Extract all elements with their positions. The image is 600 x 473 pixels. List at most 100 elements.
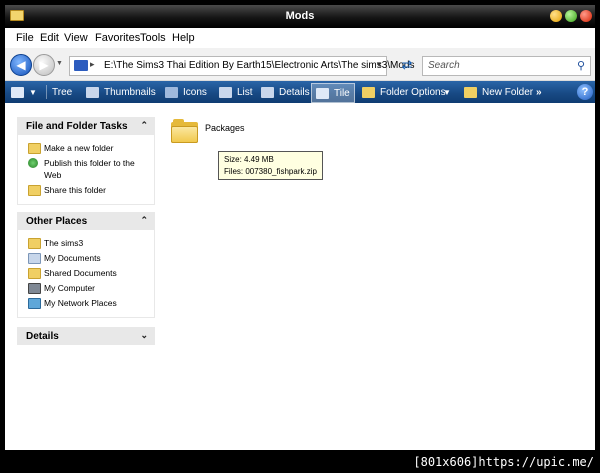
thumbnails-label: Thumbnails (104, 86, 156, 98)
place-label[interactable]: My Network Places (44, 298, 117, 308)
task-label[interactable]: Make a new folder (44, 143, 113, 153)
view-tree-button[interactable]: Tree (52, 81, 72, 103)
other-places-panel: Other Places ⌃ The sims3 My Documents Sh… (17, 212, 155, 318)
details-panel: Details ⌄ (17, 327, 155, 345)
new-folder-icon (28, 143, 41, 154)
folder-options-dropdown[interactable]: ▼ (443, 81, 451, 103)
refresh-button[interactable]: ⇄ (398, 57, 416, 73)
place-the-sims3[interactable]: The sims3 (18, 237, 154, 249)
file-folder-tasks-panel: File and Folder Tasks ⌃ Make a new folde… (17, 117, 155, 205)
view-thumbnails-button[interactable]: Thumbnails (86, 81, 156, 103)
tile-label: Tile (334, 87, 350, 99)
explorer-window: Mods File Edit View Favorites Tools Help… (5, 5, 595, 450)
address-bar: ◀ ▶ ▼ ▸ E:\The Sims3 Thai Edition By Ear… (5, 48, 595, 81)
details-icon (261, 86, 274, 98)
menu-help[interactable]: Help (172, 32, 195, 44)
folder-item[interactable]: Packages (171, 116, 251, 146)
tree-label: Tree (52, 86, 73, 98)
search-input[interactable]: Search ⚲ (422, 56, 591, 76)
window-title: Mods (285, 10, 315, 22)
panel-header[interactable]: Other Places ⌃ (17, 212, 155, 230)
help-icon[interactable]: ? (577, 84, 593, 100)
place-my-computer[interactable]: My Computer (18, 282, 154, 294)
breadcrumb-arrow-icon[interactable]: ▸ (90, 59, 95, 70)
organize-button[interactable]: ▼ (11, 81, 37, 103)
place-label[interactable]: Shared Documents (44, 268, 117, 278)
panel-header[interactable]: File and Folder Tasks ⌃ (17, 117, 155, 135)
details-label: Details (279, 86, 310, 98)
toolbar-overflow-button[interactable]: » (536, 81, 542, 103)
title-bar[interactable]: Mods (5, 5, 595, 28)
place-label[interactable]: My Documents (44, 253, 101, 263)
address-path[interactable]: E:\The Sims3 Thai Edition By Earth15\Ele… (104, 60, 415, 71)
search-placeholder[interactable]: Search (428, 60, 460, 71)
place-my-documents[interactable]: My Documents (18, 252, 154, 264)
task-make-new-folder[interactable]: Make a new folder (18, 142, 154, 154)
folder-tooltip: Size: 4.49 MB Files: 007380_fishpark.zip (218, 151, 323, 180)
panel-title: Details (26, 331, 59, 342)
tile-icon (316, 87, 329, 99)
view-details-button[interactable]: Details (261, 81, 310, 103)
view-tile-button[interactable]: Tile (311, 83, 355, 103)
place-label[interactable]: The sims3 (44, 238, 83, 248)
icons-icon (165, 86, 178, 98)
folder-options-button[interactable]: Folder Options (362, 81, 446, 103)
task-label[interactable]: Share this folder (44, 185, 106, 195)
place-label[interactable]: My Computer (44, 283, 95, 293)
list-label: List (237, 86, 253, 98)
place-my-network[interactable]: My Network Places (18, 297, 154, 309)
folder-options-icon (362, 86, 375, 98)
back-button[interactable]: ◀ (10, 54, 32, 76)
address-field[interactable]: ▸ E:\The Sims3 Thai Edition By Earth15\E… (69, 56, 415, 76)
panel-body: The sims3 My Documents Shared Documents … (17, 230, 155, 318)
close-button[interactable] (580, 10, 592, 22)
forward-button[interactable]: ▶ (33, 54, 55, 76)
folder-icon (28, 238, 41, 249)
menu-edit[interactable]: Edit (40, 32, 59, 44)
list-icon (219, 86, 232, 98)
place-shared-documents[interactable]: Shared Documents (18, 267, 154, 279)
new-folder-button[interactable]: New Folder (464, 81, 533, 103)
menu-file[interactable]: File (16, 32, 34, 44)
collapse-icon[interactable]: ⌃ (140, 120, 148, 131)
panel-header[interactable]: Details ⌄ (17, 327, 155, 345)
documents-icon (28, 253, 41, 264)
toolbar-separator (46, 85, 47, 99)
folder-name[interactable]: Packages (205, 123, 245, 133)
expand-icon[interactable]: ⌄ (140, 330, 148, 341)
tooltip-size: Size: 4.49 MB (224, 155, 274, 164)
view-icons-button[interactable]: Icons (165, 81, 207, 103)
minimize-button[interactable] (550, 10, 562, 22)
globe-icon (28, 158, 38, 168)
new-folder-label: New Folder (482, 86, 534, 98)
watermark: [801x606]https://upic.me/ (413, 455, 594, 469)
panel-title: Other Places (26, 216, 88, 227)
task-label[interactable]: Publish this folder to the Web (44, 158, 135, 180)
computer-icon (74, 60, 88, 71)
panel-body: Make a new folder Publish this folder to… (17, 135, 155, 205)
share-folder-icon (28, 185, 41, 196)
recent-pages-dropdown[interactable]: ▼ (56, 60, 63, 67)
toolbar: ▼ Tree Thumbnails Icons List Details Til… (5, 81, 595, 103)
menu-tools[interactable]: Tools (140, 32, 166, 44)
shared-folder-icon (28, 268, 41, 279)
panel-title: File and Folder Tasks (26, 121, 128, 132)
computer-icon (28, 283, 41, 294)
network-icon (28, 298, 41, 309)
task-share-folder[interactable]: Share this folder (18, 184, 154, 196)
thumbnails-icon (86, 86, 99, 98)
menu-favorites[interactable]: Favorites (95, 32, 140, 44)
new-folder-icon (464, 86, 477, 98)
icons-label: Icons (183, 86, 207, 98)
task-publish-web[interactable]: Publish this folder to the Web (18, 157, 154, 181)
collapse-icon[interactable]: ⌃ (140, 215, 148, 226)
task-pane: File and Folder Tasks ⌃ Make a new folde… (5, 104, 163, 450)
maximize-button[interactable] (565, 10, 577, 22)
menu-view[interactable]: View (64, 32, 88, 44)
search-icon[interactable]: ⚲ (577, 59, 585, 72)
menu-bar: File Edit View Favorites Tools Help (5, 28, 595, 48)
organize-icon (11, 86, 24, 98)
folder-options-label: Folder Options (380, 86, 446, 98)
chevron-down-icon[interactable]: ▼ (375, 60, 383, 69)
view-list-button[interactable]: List (219, 81, 253, 103)
